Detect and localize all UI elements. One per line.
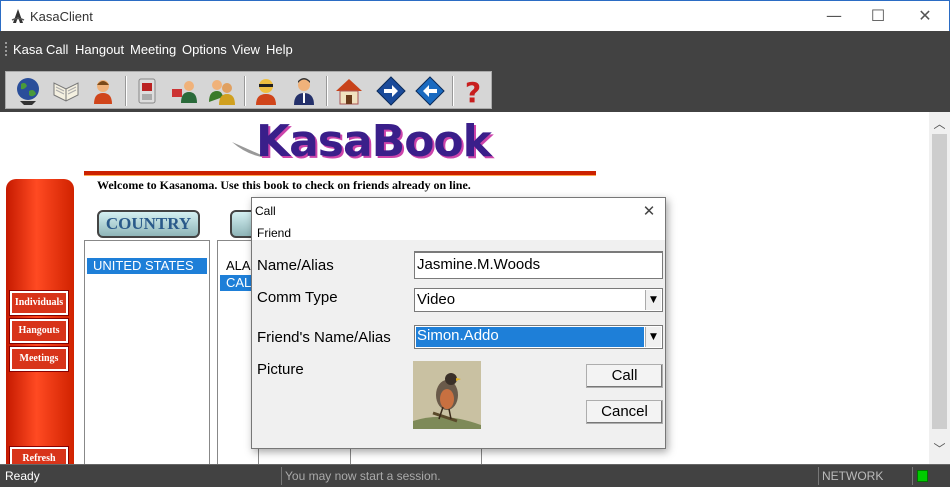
menu-hangout[interactable]: Hangout <box>75 42 124 57</box>
status-ready: Ready <box>5 469 40 483</box>
status-divider <box>912 467 913 485</box>
help-icon[interactable]: ? <box>457 75 489 107</box>
phone-icon[interactable] <box>131 75 163 107</box>
status-message: You may now start a session. <box>285 469 441 483</box>
contact-icon[interactable] <box>169 75 201 107</box>
friend-picture <box>413 361 481 429</box>
menu-bar: Kasa Call Hangout Meeting Options View H… <box>0 31 950 67</box>
toolbar-separator <box>244 76 246 106</box>
comm-type-select[interactable]: Video ▼ <box>414 288 663 312</box>
header-divider <box>84 171 596 175</box>
home-icon[interactable] <box>333 75 365 107</box>
toolbar-separator <box>452 76 454 106</box>
country-list-item[interactable]: UNITED STATES <box>87 258 207 274</box>
maximize-button[interactable]: ☐ <box>863 5 893 27</box>
individual-icon[interactable] <box>87 75 119 107</box>
call-dialog: Call ✕ Friend Name/Alias Jasmine.M.Woods… <box>251 197 666 449</box>
menu-call[interactable]: Call <box>46 42 68 57</box>
refresh-button[interactable]: Refresh <box>9 446 69 464</box>
menu-kasa[interactable]: Kasa <box>13 42 43 57</box>
network-status: NETWORK <box>822 469 884 483</box>
scroll-down-icon[interactable]: ﹀ <box>932 442 947 456</box>
hangouts-button[interactable]: Hangouts <box>9 318 69 344</box>
comm-type-label: Comm Type <box>257 289 338 306</box>
svg-text:?: ? <box>465 76 481 107</box>
dialog-title: Call <box>255 204 276 218</box>
call-button[interactable]: Call <box>586 364 663 388</box>
dialog-body: Name/Alias Jasmine.M.Woods Comm Type Vid… <box>252 240 665 448</box>
menu-grip <box>5 42 7 56</box>
toolbar-separator <box>326 76 328 106</box>
kasabook-logo: KasaBook <box>256 116 492 167</box>
scroll-up-icon[interactable]: ︿ <box>932 117 947 131</box>
dialog-close-icon[interactable]: ✕ <box>638 201 660 221</box>
menu-options[interactable]: Options <box>182 42 227 57</box>
business-user-icon[interactable] <box>288 75 320 107</box>
menu-view[interactable]: View <box>232 42 260 57</box>
comm-type-value: Video <box>417 291 456 308</box>
country-list[interactable]: UNITED STATES <box>84 240 210 464</box>
chevron-down-icon[interactable]: ▼ <box>645 290 661 310</box>
menu-help[interactable]: Help <box>266 42 293 57</box>
sunglasses-user-icon[interactable] <box>250 75 282 107</box>
dialog-menu-friend[interactable]: Friend <box>257 226 291 240</box>
chevron-down-icon[interactable]: ▼ <box>645 327 661 347</box>
forward-icon[interactable] <box>375 75 407 107</box>
name-label: Name/Alias <box>257 257 334 274</box>
window-title: KasaClient <box>30 9 93 24</box>
minimize-button[interactable]: — <box>819 5 849 27</box>
friend-name-select[interactable]: Simon.Addo ▼ <box>414 325 663 349</box>
back-icon[interactable] <box>414 75 446 107</box>
group-icon[interactable] <box>206 75 238 107</box>
country-button[interactable]: COUNTRY <box>97 210 200 238</box>
status-divider <box>281 467 282 485</box>
title-bar: KasaClient — ☐ ✕ <box>0 0 950 31</box>
welcome-text: Welcome to Kasanoma. Use this book to ch… <box>97 178 471 192</box>
picture-label: Picture <box>257 361 304 378</box>
status-divider <box>818 467 819 485</box>
side-panel: Individuals Hangouts Meetings Refresh <box>6 179 74 464</box>
toolbar: ? <box>5 71 492 109</box>
friend-name-label: Friend's Name/Alias <box>257 329 391 346</box>
meetings-button[interactable]: Meetings <box>9 346 69 372</box>
city-list[interactable] <box>350 447 482 464</box>
cancel-button[interactable]: Cancel <box>586 400 663 424</box>
close-button[interactable]: ✕ <box>910 5 940 27</box>
network-led-icon <box>917 470 928 482</box>
friend-name-value: Simon.Addo <box>416 327 644 347</box>
name-alias-input[interactable]: Jasmine.M.Woods <box>414 251 663 279</box>
globe-icon[interactable] <box>12 75 44 107</box>
vertical-scrollbar[interactable]: ︿ ﹀ <box>929 112 950 464</box>
scroll-thumb[interactable] <box>932 134 947 429</box>
book-icon[interactable] <box>50 75 82 107</box>
status-bar: Ready You may now start a session. NETWO… <box>0 464 950 487</box>
kasa-app-icon <box>11 9 25 23</box>
individuals-button[interactable]: Individuals <box>9 290 69 316</box>
menu-meeting[interactable]: Meeting <box>130 42 176 57</box>
toolbar-separator <box>125 76 127 106</box>
